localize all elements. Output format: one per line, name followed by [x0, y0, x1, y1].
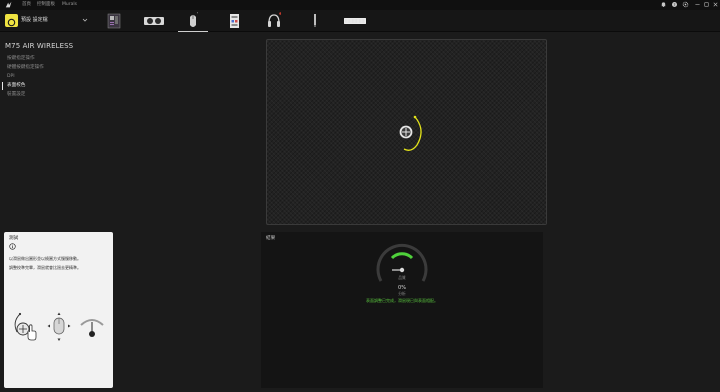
calibration-surface[interactable]: [266, 39, 547, 225]
device-memory-icon[interactable]: [229, 12, 240, 30]
help-line-1: 以滑鼠做出圓形並以繞圓方式慢慢移動。: [9, 256, 81, 261]
nav-active-marker: [2, 82, 3, 90]
bell-icon[interactable]: [660, 1, 667, 8]
menu-murals[interactable]: Murals: [62, 1, 77, 9]
minimize-icon[interactable]: [694, 1, 701, 8]
chevron-down-icon[interactable]: [82, 17, 88, 23]
svg-text:?: ?: [674, 3, 676, 7]
device-bar: 預設 設定檔: [0, 10, 720, 32]
device-usb-stick-icon[interactable]: [312, 12, 318, 30]
title-bar: 首頁 控制面板 Murals ?: [0, 0, 720, 10]
device-headset-icon[interactable]: [267, 12, 281, 30]
device-mouse[interactable]: [178, 11, 208, 32]
menu-control-panel[interactable]: 控制面板: [37, 1, 55, 9]
profile-icon[interactable]: [5, 14, 18, 27]
device-graphics-card-icon[interactable]: [143, 12, 165, 30]
profile-name[interactable]: 預設 設定檔: [21, 16, 48, 25]
profile-ring-icon: [7, 18, 16, 27]
device-title: M75 AIR WIRELESS: [5, 42, 74, 50]
nav-item-dpi[interactable]: DPI: [7, 73, 15, 80]
help-card: 測試 以滑鼠做出圓形並以繞圓方式慢慢移動。 調整校準完畢，滑鼠就會比過去更精準。: [4, 232, 113, 388]
help-line-2: 調整校準完畢，滑鼠就會比過去更精準。: [9, 265, 81, 270]
gauge-caption: 分析: [398, 291, 406, 296]
device-mouse-icon: [190, 11, 202, 27]
maximize-icon[interactable]: [703, 1, 710, 8]
nav-item-surface-calibration[interactable]: 表面校色: [7, 82, 25, 89]
close-icon[interactable]: [712, 1, 719, 8]
gauge-illustration-icon: [80, 319, 104, 337]
nav-item-key-assignment[interactable]: 按鍵指定操作: [7, 55, 35, 62]
result-title: 結果: [266, 236, 276, 241]
result-panel: 結果 品質 0% 分析 表面調整已完成，滑鼠現已與表面相配。: [261, 232, 543, 388]
circle-motion-indicator: [399, 115, 422, 151]
gauge-label: 品質: [398, 275, 406, 280]
corsair-logo-icon: [5, 1, 12, 8]
settings-icon[interactable]: [682, 1, 689, 8]
help-icon[interactable]: ?: [671, 1, 678, 8]
info-icon: [9, 243, 16, 250]
device-motherboard-icon[interactable]: [107, 12, 121, 30]
nav-item-hardware-key-assignment[interactable]: 硬體按鍵指定操作: [7, 64, 44, 71]
device-keyboard-icon[interactable]: [343, 12, 367, 30]
nav-item-device-settings[interactable]: 裝置設定: [7, 91, 25, 98]
mouse-directions-illustration-icon: [47, 312, 71, 341]
menu-home[interactable]: 首頁: [22, 1, 31, 9]
circle-mouse-illustration-icon: [14, 312, 37, 341]
success-message: 表面調整已完成，滑鼠現已與表面相配。: [366, 298, 438, 303]
help-title: 測試: [9, 236, 19, 241]
